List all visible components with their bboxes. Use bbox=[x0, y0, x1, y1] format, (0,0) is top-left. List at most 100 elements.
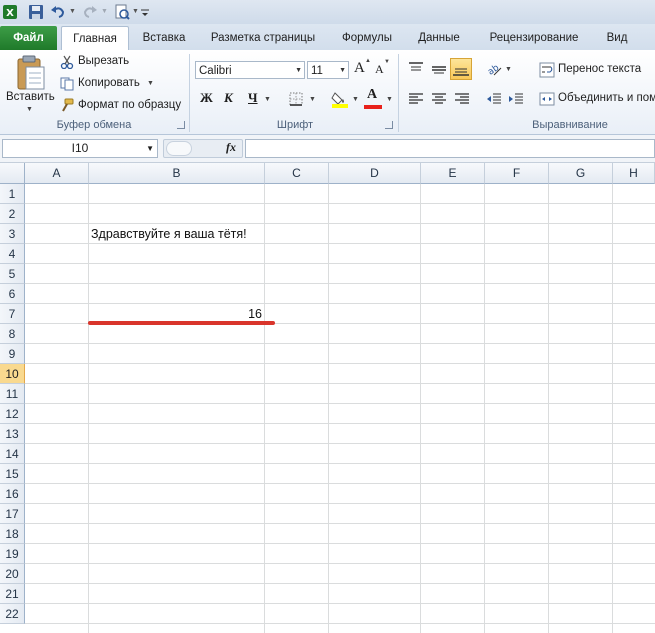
paste-icon[interactable] bbox=[12, 53, 48, 93]
name-box[interactable]: I10 ▼ bbox=[2, 139, 158, 158]
format-painter-icon[interactable] bbox=[60, 98, 74, 112]
row-header-20[interactable]: 20 bbox=[0, 564, 25, 584]
increase-indent-icon[interactable] bbox=[508, 91, 524, 107]
row-header-4[interactable]: 4 bbox=[0, 244, 25, 264]
format-painter-button[interactable]: Формат по образцу bbox=[78, 99, 181, 111]
copy-icon[interactable] bbox=[60, 77, 74, 91]
column-header-h[interactable]: H bbox=[613, 163, 655, 184]
copy-button[interactable]: Копировать bbox=[78, 77, 140, 89]
row-header-14[interactable]: 14 bbox=[0, 444, 25, 464]
insert-function-icon[interactable]: fx bbox=[226, 140, 236, 155]
merge-center-icon[interactable] bbox=[539, 91, 555, 107]
align-left-icon[interactable] bbox=[408, 91, 424, 107]
column-header-b[interactable]: B bbox=[89, 163, 265, 184]
align-top-icon[interactable] bbox=[408, 61, 424, 77]
scissors-icon[interactable] bbox=[60, 55, 74, 70]
increase-font-arrow-icon: ▲ bbox=[365, 58, 371, 64]
print-dropdown-icon[interactable]: ▼ bbox=[132, 8, 139, 15]
row-header-2[interactable]: 2 bbox=[0, 204, 25, 224]
wrap-text-icon[interactable] bbox=[539, 62, 555, 78]
tab-file[interactable]: Файл bbox=[0, 26, 57, 50]
redo-icon bbox=[82, 4, 98, 20]
row-header-15[interactable]: 15 bbox=[0, 464, 25, 484]
row-header-11[interactable]: 11 bbox=[0, 384, 25, 404]
print-preview-icon[interactable] bbox=[114, 4, 130, 20]
row-header-17[interactable]: 17 bbox=[0, 504, 25, 524]
align-right-icon[interactable] bbox=[454, 91, 470, 107]
bold-button[interactable]: Ж bbox=[200, 90, 213, 106]
decrease-font-icon[interactable]: A bbox=[375, 62, 384, 77]
row-header-5[interactable]: 5 bbox=[0, 264, 25, 284]
fill-color-icon[interactable] bbox=[331, 90, 349, 108]
column-header-e[interactable]: E bbox=[421, 163, 485, 184]
tab-page-layout[interactable]: Разметка страницы bbox=[204, 27, 322, 49]
row-header-9[interactable]: 9 bbox=[0, 344, 25, 364]
gridline-horizontal bbox=[25, 283, 655, 284]
font-color-dropdown-icon[interactable]: ▼ bbox=[386, 96, 393, 103]
undo-dropdown-icon[interactable]: ▼ bbox=[69, 8, 76, 15]
paste-dropdown-icon[interactable]: ▼ bbox=[26, 106, 33, 113]
row-header-18[interactable]: 18 bbox=[0, 524, 25, 544]
select-all-corner[interactable] bbox=[0, 163, 25, 184]
row-header-21[interactable]: 21 bbox=[0, 584, 25, 604]
copy-dropdown-icon[interactable]: ▼ bbox=[147, 80, 154, 87]
column-header-a[interactable]: A bbox=[25, 163, 89, 184]
font-color-icon[interactable]: A bbox=[367, 87, 377, 103]
row-header-8[interactable]: 8 bbox=[0, 324, 25, 344]
column-header-f[interactable]: F bbox=[485, 163, 549, 184]
cut-button[interactable]: Вырезать bbox=[78, 55, 129, 67]
font-name-select[interactable]: Calibri ▼ bbox=[195, 61, 305, 79]
font-name-dropdown-icon[interactable]: ▼ bbox=[295, 62, 302, 80]
wrap-text-button[interactable]: Перенос текста bbox=[558, 63, 641, 75]
tab-home[interactable]: Главная bbox=[61, 26, 129, 52]
font-launcher-icon[interactable] bbox=[385, 121, 393, 129]
gridline-vertical bbox=[612, 184, 613, 633]
customize-qat-icon[interactable] bbox=[139, 4, 151, 20]
row-header-10[interactable]: 10 bbox=[0, 364, 25, 384]
row-header-7[interactable]: 7 bbox=[0, 304, 25, 324]
paste-button[interactable]: Вставить bbox=[6, 91, 55, 103]
tab-formulas[interactable]: Формулы bbox=[334, 27, 400, 49]
row-header-13[interactable]: 13 bbox=[0, 424, 25, 444]
italic-button[interactable]: К bbox=[224, 90, 233, 106]
cell-b3[interactable]: Здравствуйте я ваша тётя! bbox=[91, 224, 247, 244]
column-header-c[interactable]: C bbox=[265, 163, 329, 184]
font-size-select[interactable]: 11 ▼ bbox=[307, 61, 349, 79]
tab-view[interactable]: Вид bbox=[597, 27, 637, 49]
formula-resize-handle[interactable] bbox=[166, 141, 192, 156]
row-header-16[interactable]: 16 bbox=[0, 484, 25, 504]
column-header-d[interactable]: D bbox=[329, 163, 421, 184]
font-size-dropdown-icon[interactable]: ▼ bbox=[339, 62, 346, 80]
row-header-22[interactable]: 22 bbox=[0, 604, 25, 624]
tab-insert[interactable]: Вставка bbox=[137, 27, 191, 49]
text-orientation-icon[interactable]: ab bbox=[486, 61, 502, 78]
formula-input[interactable] bbox=[245, 139, 655, 158]
align-middle-icon[interactable] bbox=[431, 61, 447, 77]
row-header-19[interactable]: 19 bbox=[0, 544, 25, 564]
name-box-value: I10 bbox=[71, 141, 89, 155]
tab-review[interactable]: Рецензирование bbox=[478, 27, 590, 49]
decrease-indent-icon[interactable] bbox=[486, 91, 502, 107]
merge-center-button[interactable]: Объединить и пом bbox=[558, 92, 655, 104]
borders-dropdown-icon[interactable]: ▼ bbox=[309, 96, 316, 103]
row-header-6[interactable]: 6 bbox=[0, 284, 25, 304]
name-box-dropdown-icon[interactable]: ▼ bbox=[146, 140, 154, 157]
row-header-1[interactable]: 1 bbox=[0, 184, 25, 204]
underline-button[interactable]: Ч bbox=[248, 90, 258, 106]
row-header-3[interactable]: 3 bbox=[0, 224, 25, 244]
fill-color-dropdown-icon[interactable]: ▼ bbox=[352, 96, 359, 103]
save-icon[interactable] bbox=[28, 4, 44, 20]
clipboard-launcher-icon[interactable] bbox=[177, 121, 185, 129]
undo-icon[interactable] bbox=[50, 4, 66, 20]
gridline-horizontal bbox=[25, 343, 655, 344]
column-header-g[interactable]: G bbox=[549, 163, 613, 184]
underline-dropdown-icon[interactable]: ▼ bbox=[264, 96, 271, 103]
borders-icon[interactable] bbox=[289, 92, 303, 106]
align-center-icon[interactable] bbox=[431, 91, 447, 107]
increase-font-icon[interactable]: A bbox=[354, 60, 365, 77]
align-bottom-icon[interactable] bbox=[450, 58, 472, 80]
row-header-12[interactable]: 12 bbox=[0, 404, 25, 424]
tab-data[interactable]: Данные bbox=[410, 27, 468, 49]
text-orientation-dropdown-icon[interactable]: ▼ bbox=[505, 66, 512, 73]
gridline-vertical bbox=[88, 184, 89, 633]
